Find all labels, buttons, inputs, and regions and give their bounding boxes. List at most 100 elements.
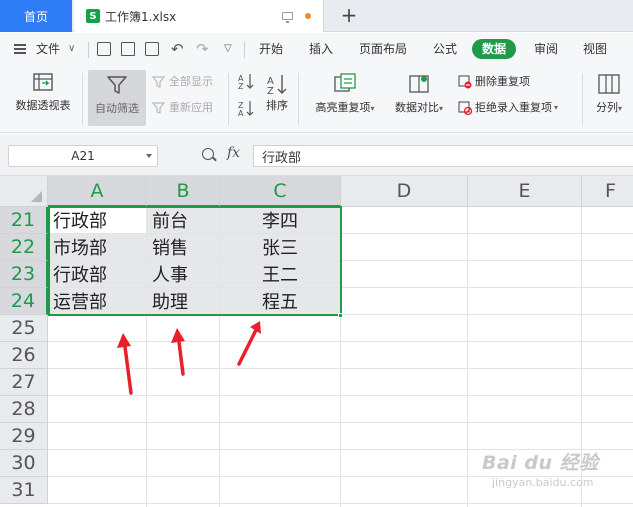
row-header-29[interactable]: 29 bbox=[0, 423, 48, 450]
formula-input[interactable]: 行政部 bbox=[253, 145, 633, 167]
file-menu[interactable]: 文件 bbox=[36, 41, 60, 57]
monitor-icon[interactable] bbox=[282, 12, 293, 23]
pivot-table-icon bbox=[33, 73, 53, 91]
document-tab[interactable]: S 工作簿1.xlsx bbox=[74, 0, 324, 32]
undo-icon[interactable]: ↶ bbox=[171, 41, 184, 57]
tab-home[interactable]: 开始 bbox=[259, 39, 283, 59]
ribbon-separator bbox=[82, 73, 83, 125]
select-all-corner[interactable] bbox=[0, 176, 48, 207]
autofilter-label: 自动筛选 bbox=[95, 102, 139, 115]
cell-a24[interactable]: 运营部 bbox=[48, 288, 146, 314]
remove-duplicates-label: 删除重复项 bbox=[475, 75, 530, 88]
row-header-26[interactable]: 26 bbox=[0, 342, 48, 369]
tab-view[interactable]: 视图 bbox=[583, 39, 607, 59]
formula-bar: A21 fx 行政部 bbox=[0, 134, 633, 176]
tab-data[interactable]: 数据 bbox=[472, 39, 517, 59]
cell-b21[interactable]: 前台 bbox=[147, 207, 219, 233]
file-menu-chevron-icon[interactable]: ∨ bbox=[68, 41, 75, 57]
name-box-dropdown-icon[interactable] bbox=[146, 154, 152, 158]
reject-duplicates-button[interactable]: 拒绝录入重复项 ▾ bbox=[458, 100, 558, 116]
zoom-icon[interactable] bbox=[202, 148, 214, 160]
row-header-24[interactable]: 24 bbox=[0, 288, 48, 315]
filter-funnel-icon bbox=[107, 76, 127, 94]
column-header-d[interactable]: D bbox=[341, 176, 468, 207]
spreadsheet-grid[interactable]: A B C D E F 21 22 23 24 25 26 27 28 29 30 31 行政部 前台 李四 市场部 销售… bbox=[0, 176, 633, 507]
column-header-f[interactable]: F bbox=[582, 176, 633, 207]
row-header-28[interactable]: 28 bbox=[0, 396, 48, 423]
split-columns-icon bbox=[598, 74, 620, 94]
quick-access-more-icon[interactable]: ▽ bbox=[224, 41, 232, 57]
data-ribbon: 数据透视表 自动筛选 全部显示 重新应用 A Z Z A A Z 排序 高亮重复… bbox=[0, 65, 633, 133]
sort-button[interactable]: A Z 排序 bbox=[262, 73, 292, 113]
spreadsheet-icon: S bbox=[86, 9, 100, 23]
svg-text:Z: Z bbox=[238, 82, 244, 90]
window-tab-bar: 首页 S 工作簿1.xlsx + bbox=[0, 0, 633, 32]
row-header-31[interactable]: 31 bbox=[0, 477, 48, 504]
column-header-a[interactable]: A bbox=[48, 176, 147, 207]
sort-label: 排序 bbox=[266, 99, 288, 112]
reapply-label: 重新应用 bbox=[169, 101, 213, 114]
text-to-columns-label: 分列▾ bbox=[595, 101, 622, 114]
remove-duplicates-button[interactable]: 删除重复项 bbox=[458, 74, 530, 90]
fill-handle[interactable] bbox=[338, 313, 343, 318]
save-icon[interactable] bbox=[97, 42, 111, 56]
row-header-21[interactable]: 21 bbox=[0, 207, 48, 234]
text-to-columns-dropdown-icon: ▾ bbox=[617, 104, 622, 113]
reject-duplicates-icon bbox=[458, 101, 472, 115]
new-tab-button[interactable]: + bbox=[338, 4, 360, 26]
remove-duplicates-icon bbox=[458, 75, 472, 89]
grid-line bbox=[48, 422, 633, 423]
sort-ascending-icon: A Z bbox=[238, 74, 254, 90]
sort-descending-button[interactable]: Z A bbox=[238, 100, 254, 117]
row-header-30[interactable]: 30 bbox=[0, 450, 48, 477]
row-header-25[interactable]: 25 bbox=[0, 315, 48, 342]
highlight-duplicates-dropdown-icon: ▾ bbox=[370, 104, 375, 113]
reject-duplicates-label: 拒绝录入重复项 bbox=[475, 101, 552, 114]
name-box[interactable]: A21 bbox=[8, 145, 158, 167]
highlight-duplicates-label: 高亮重复项▾ bbox=[315, 101, 375, 114]
row-header-27[interactable]: 27 bbox=[0, 369, 48, 396]
cell-a21[interactable]: 行政部 bbox=[48, 207, 146, 233]
row-header-22[interactable]: 22 bbox=[0, 234, 48, 261]
print-icon[interactable] bbox=[121, 42, 135, 56]
cell-a23[interactable]: 行政部 bbox=[48, 261, 146, 287]
cell-c23[interactable]: 王二 bbox=[220, 261, 340, 287]
grid-line bbox=[48, 368, 633, 369]
text-to-columns-button[interactable]: 分列▾ bbox=[590, 73, 628, 115]
menu-separator bbox=[244, 42, 245, 58]
menu-icon[interactable] bbox=[14, 44, 26, 54]
column-header-e[interactable]: E bbox=[468, 176, 582, 207]
tab-formulas[interactable]: 公式 bbox=[433, 39, 457, 59]
pivot-table-button[interactable]: 数据透视表 bbox=[8, 73, 78, 113]
tab-page-layout[interactable]: 页面布局 bbox=[359, 39, 407, 59]
tab-review[interactable]: 审阅 bbox=[534, 39, 558, 59]
grid-line bbox=[48, 341, 633, 342]
data-compare-icon bbox=[409, 75, 429, 93]
row-header-23[interactable]: 23 bbox=[0, 261, 48, 288]
fx-icon[interactable]: fx bbox=[227, 145, 240, 161]
cell-b22[interactable]: 销售 bbox=[147, 234, 219, 260]
menu-separator bbox=[88, 42, 89, 58]
tab-insert[interactable]: 插入 bbox=[309, 39, 333, 59]
home-tab[interactable]: 首页 bbox=[0, 0, 72, 32]
name-box-value: A21 bbox=[71, 149, 95, 163]
cell-b23[interactable]: 人事 bbox=[147, 261, 219, 287]
redo-icon[interactable]: ↷ bbox=[196, 41, 209, 57]
column-header-c[interactable]: C bbox=[220, 176, 341, 207]
cell-c21[interactable]: 李四 bbox=[220, 207, 340, 233]
highlight-duplicates-button[interactable]: 高亮重复项▾ bbox=[308, 73, 382, 115]
cell-b24[interactable]: 助理 bbox=[147, 288, 219, 314]
sort-ascending-button[interactable]: A Z bbox=[238, 73, 254, 90]
cell-c22[interactable]: 张三 bbox=[220, 234, 340, 260]
autofilter-button[interactable]: 自动筛选 bbox=[88, 70, 146, 126]
show-all-button[interactable]: 全部显示 bbox=[152, 74, 213, 90]
column-header-b[interactable]: B bbox=[147, 176, 220, 207]
pivot-table-label: 数据透视表 bbox=[15, 99, 71, 112]
data-compare-label: 数据对比▾ bbox=[394, 101, 443, 114]
cell-c24[interactable]: 程五 bbox=[220, 288, 340, 314]
reapply-button[interactable]: 重新应用 bbox=[152, 100, 213, 116]
data-compare-button[interactable]: 数据对比▾ bbox=[388, 73, 450, 115]
print-preview-icon[interactable] bbox=[145, 42, 159, 56]
grid-line bbox=[48, 449, 633, 450]
cell-a22[interactable]: 市场部 bbox=[48, 234, 146, 260]
